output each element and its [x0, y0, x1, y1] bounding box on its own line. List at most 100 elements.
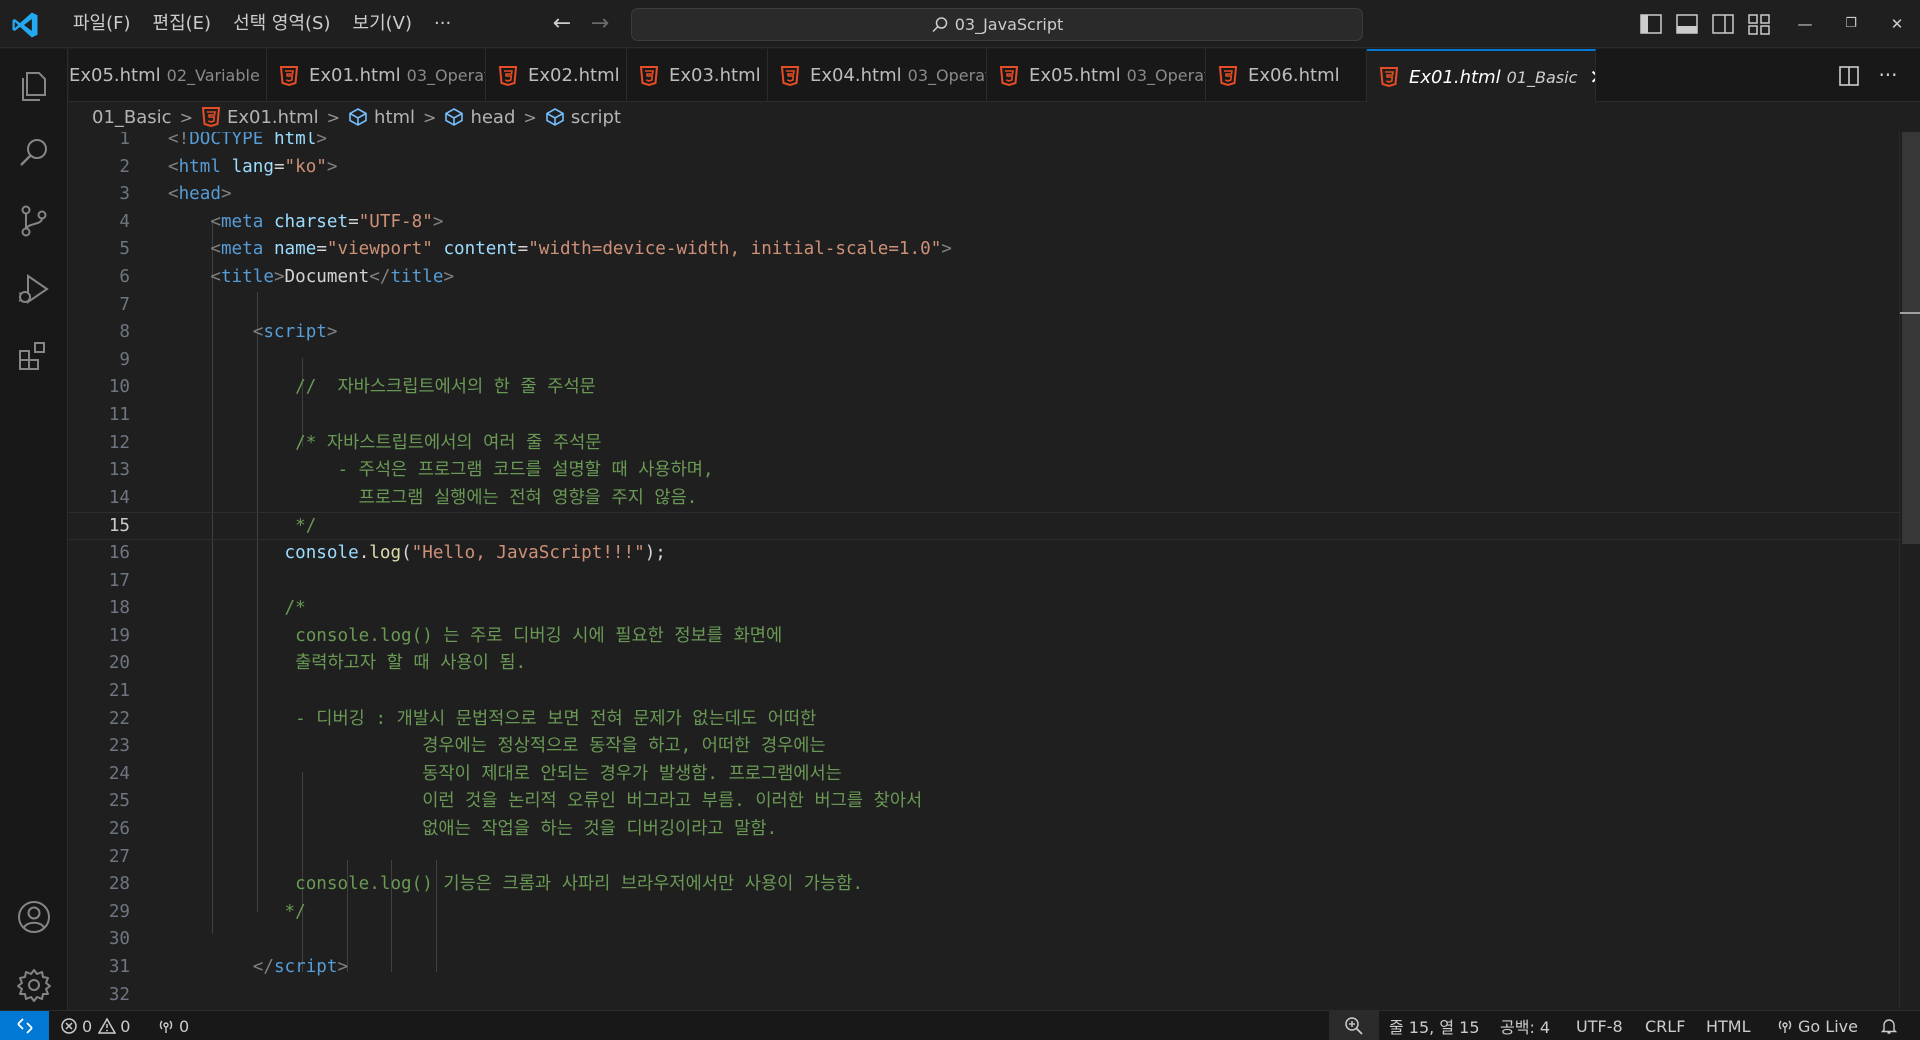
line-number[interactable]: 16 — [69, 540, 130, 568]
line-number[interactable]: 1 — [69, 132, 130, 154]
code-editor[interactable]: 1 <!DOCTYPE html> 2 <html lang="ko"> 3 <head>… — [69, 132, 1899, 1008]
more-actions-icon[interactable]: ··· — [1875, 63, 1901, 89]
line-ending[interactable]: CRLF — [1645, 1011, 1685, 1040]
line-number[interactable]: 23 — [69, 733, 130, 761]
code-line[interactable]: 2 <html lang="ko"> — [69, 154, 1899, 182]
cursor-position[interactable]: 줄 15, 열 15 — [1389, 1011, 1480, 1040]
restore-icon[interactable]: ❐ — [1839, 12, 1863, 36]
indentation[interactable]: 공백: 4 — [1500, 1011, 1550, 1040]
line-number[interactable]: 29 — [69, 899, 130, 927]
code-line[interactable]: 11 — [69, 402, 1899, 430]
code-line[interactable]: 5 <meta name="viewport" content="width=d… — [69, 236, 1899, 264]
line-number[interactable]: 8 — [69, 319, 130, 347]
line-number[interactable]: 2 — [69, 154, 130, 182]
line-number[interactable]: 26 — [69, 816, 130, 844]
line-number[interactable]: 17 — [69, 568, 130, 596]
code-line[interactable]: 25 이런 것을 논리적 오류인 버그라고 부름. 이러한 버그를 찾아서 — [69, 788, 1899, 816]
minimize-icon[interactable]: — — [1793, 12, 1817, 36]
code-line[interactable]: 29 */ — [69, 899, 1899, 927]
ports-indicator[interactable]: 0 — [157, 1011, 189, 1040]
line-number[interactable]: 30 — [69, 926, 130, 954]
tab-ex01-basic-active[interactable]: Ex01.html 01_Basic ✕ — [1367, 49, 1596, 103]
tab-ex05-variable[interactable]: Ex05.html 02_Variable — [69, 49, 267, 102]
code-line[interactable]: 27 — [69, 844, 1899, 872]
code-line[interactable]: 4 <meta charset="UTF-8"> — [69, 209, 1899, 237]
code-line[interactable]: 23 경우에는 정상적으로 동작을 하고, 어떠한 경우에는 — [69, 733, 1899, 761]
line-number[interactable]: 25 — [69, 788, 130, 816]
code-line[interactable]: 7 — [69, 292, 1899, 320]
code-line[interactable]: 30 — [69, 926, 1899, 954]
code-line[interactable]: 8 <script> — [69, 319, 1899, 347]
line-number[interactable]: 15 — [69, 513, 130, 541]
line-number[interactable]: 4 — [69, 209, 130, 237]
line-number[interactable]: 28 — [69, 871, 130, 899]
close-window-icon[interactable]: ✕ — [1885, 12, 1909, 36]
go-live-button[interactable]: Go Live — [1776, 1011, 1858, 1040]
account-icon[interactable] — [14, 897, 54, 937]
menu-selection[interactable]: 선택 영역(S) — [222, 0, 341, 48]
line-number[interactable]: 20 — [69, 650, 130, 678]
close-tab-icon[interactable]: ✕ — [1589, 65, 1595, 89]
code-line[interactable]: 10 // 자바스크립트에서의 한 줄 주석문 — [69, 374, 1899, 402]
breadcrumb-file[interactable]: Ex01.html — [201, 107, 319, 128]
code-line[interactable]: 15 */ — [69, 512, 1899, 540]
line-number[interactable]: 18 — [69, 595, 130, 623]
back-arrow-icon[interactable]: ← — [548, 10, 576, 38]
line-number[interactable]: 11 — [69, 402, 130, 430]
code-line[interactable]: 9 — [69, 347, 1899, 375]
toggle-panel-icon[interactable] — [1674, 12, 1700, 36]
extensions-icon[interactable] — [14, 337, 54, 377]
customize-layout-icon[interactable] — [1746, 12, 1772, 36]
menu-view[interactable]: 보기(V) — [342, 0, 423, 48]
zoom-indicator[interactable] — [1329, 1011, 1379, 1040]
line-number[interactable]: 14 — [69, 485, 130, 513]
code-line[interactable]: 14 프로그램 실행에는 전혀 영향을 주지 않음. — [69, 485, 1899, 513]
scrollbar-thumb[interactable] — [1902, 132, 1920, 544]
line-number[interactable]: 9 — [69, 347, 130, 375]
line-number[interactable]: 31 — [69, 954, 130, 982]
breadcrumb-html[interactable]: html — [348, 107, 415, 128]
explorer-icon[interactable] — [14, 65, 54, 105]
line-number[interactable]: 13 — [69, 457, 130, 485]
menu-file[interactable]: 파일(F) — [62, 0, 142, 48]
menu-edit[interactable]: 편집(E) — [142, 0, 223, 48]
tab-ex02[interactable]: Ex02.html — [486, 49, 627, 102]
toggle-secondary-sidebar-icon[interactable] — [1710, 12, 1736, 36]
code-line[interactable]: 18 /* — [69, 595, 1899, 623]
tab-ex03[interactable]: Ex03.html — [627, 49, 768, 102]
line-number[interactable]: 5 — [69, 236, 130, 264]
code-line[interactable]: 16 console.log("Hello, JavaScript!!!"); — [69, 540, 1899, 568]
line-number[interactable]: 12 — [69, 430, 130, 458]
code-line[interactable]: 3 <head> — [69, 181, 1899, 209]
split-editor-icon[interactable] — [1836, 63, 1862, 89]
menu-more[interactable]: ··· — [423, 0, 462, 48]
gear-icon[interactable] — [14, 965, 54, 1005]
remote-indicator[interactable] — [0, 1011, 49, 1040]
code-line[interactable]: 6 <title>Document</title> — [69, 264, 1899, 292]
toggle-primary-sidebar-icon[interactable] — [1638, 12, 1664, 36]
search-icon[interactable] — [14, 133, 54, 173]
code-line[interactable]: 24 동작이 제대로 안되는 경우가 발생함. 프로그램에서는 — [69, 761, 1899, 789]
code-line[interactable]: 22 - 디버깅 : 개발시 문법적으로 보면 전혀 문제가 없는데도 어떠한 — [69, 706, 1899, 734]
source-control-icon[interactable] — [14, 201, 54, 241]
problems-indicator[interactable]: 0 0 — [60, 1011, 130, 1040]
forward-arrow-icon[interactable]: → — [586, 10, 614, 38]
line-number[interactable]: 6 — [69, 264, 130, 292]
code-line[interactable]: 12 /* 자바스트립트에서의 여러 줄 주석문 — [69, 430, 1899, 458]
tab-ex04-operator[interactable]: Ex04.html 03_Operator — [768, 49, 987, 102]
breadcrumb-head[interactable]: head — [444, 107, 515, 128]
breadcrumb-script[interactable]: script — [545, 107, 621, 128]
line-number[interactable]: 27 — [69, 844, 130, 872]
code-line[interactable]: 19 console.log() 는 주로 디버깅 시에 필요한 정보를 화면에 — [69, 623, 1899, 651]
line-number[interactable]: 3 — [69, 181, 130, 209]
line-number[interactable]: 22 — [69, 706, 130, 734]
language-mode[interactable]: HTML — [1706, 1011, 1751, 1040]
notifications[interactable] — [1880, 1011, 1902, 1040]
line-number[interactable]: 10 — [69, 374, 130, 402]
code-line[interactable]: 20 출력하고자 할 때 사용이 됨. — [69, 650, 1899, 678]
run-debug-icon[interactable] — [14, 269, 54, 309]
code-line[interactable]: 31 </script> — [69, 954, 1899, 982]
line-number[interactable]: 7 — [69, 292, 130, 320]
line-number[interactable]: 21 — [69, 678, 130, 706]
vscode-logo-icon[interactable] — [10, 10, 40, 40]
